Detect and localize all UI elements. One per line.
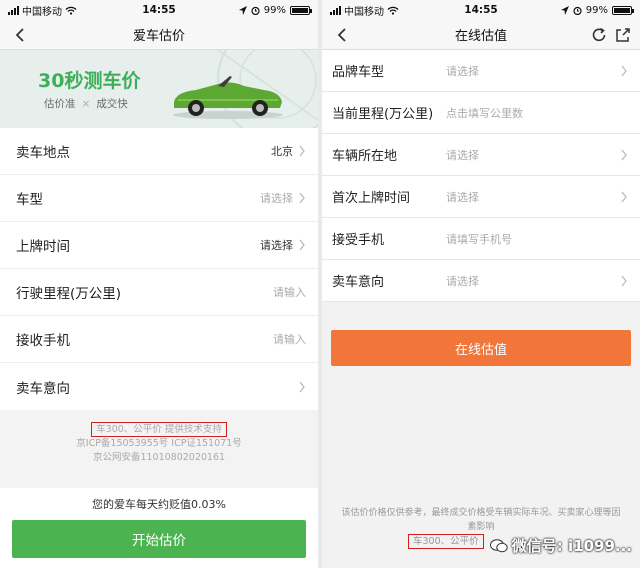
row-label: 接收手机 [16,333,70,349]
row-label: 上牌时间 [16,239,70,255]
row-label: 当前里程(万公里) [332,107,434,122]
start-valuation-button[interactable]: 开始估价 [12,520,306,558]
form-row-vehicle-location[interactable]: 车辆所在地 请选择 [322,134,640,176]
valuation-form: 品牌车型 请选择 当前里程(万公里) 点击填写公里数 车辆所在地 请选择 首次上… [322,50,640,302]
battery-icon [290,5,312,15]
intent-select[interactable]: 请选择 [446,273,479,289]
price-disclaimer: 该估价价格仅供参考，最终成交价格受车辆实际车况、买卖家心理等因素影响 [341,508,621,532]
wechat-icon [489,538,508,552]
chevron-right-icon [299,239,305,251]
row-label: 卖车意向 [332,275,385,290]
banner-separator: × [81,97,91,110]
wifi-icon [387,6,399,15]
row-value: 北京 [271,145,293,158]
back-arrow-icon[interactable] [334,26,352,44]
chevron-right-icon [621,191,627,202]
nav-bar: 爱车估价 [0,20,318,50]
online-valuation-button[interactable]: 在线估值 [331,330,631,366]
form-row-plate-date[interactable]: 上牌时间 请选择 [0,222,318,269]
banner-subtitle: 估价准 × 成交快 [44,96,128,111]
location-icon [560,5,569,15]
chevron-right-icon [621,65,627,76]
wifi-icon [65,6,77,15]
form-row-mileage[interactable]: 当前里程(万公里) 点击填写公里数 [322,92,640,134]
battery-icon [612,5,634,15]
phone-input[interactable]: 请填写手机号 [446,231,512,247]
tech-support-credit: 车300、公平价 提供技术支持 [91,422,227,437]
promo-banner: 30秒测车价 估价准 × 成交快 [0,50,318,128]
row-value: 请选择 [260,192,293,205]
form-row-intent[interactable]: 卖车意向 请选择 [322,260,640,302]
row-label: 行驶里程(万公里) [16,286,122,302]
status-bar: 中国移动 14:55 99% [322,0,640,20]
wechat-watermark: 微信号: i1099... [489,535,632,556]
chevron-right-icon [299,381,305,392]
tech-support-credit: 车300、公平价 [408,534,484,549]
brand-model-select[interactable]: 请选择 [446,63,479,79]
row-label: 接受手机 [332,233,385,248]
form-row-phone[interactable]: 接收手机 请输入 [0,316,318,363]
sell-form: 卖车地点 北京 车型 请选择 上牌时间 请选择 行驶里程(万公里) 请输入 接收… [0,128,318,410]
signal-icon [8,5,19,15]
form-row-intent[interactable]: 卖车意向 [0,363,318,410]
row-label: 品牌车型 [332,65,385,80]
carrier-label: 中国移动 [344,6,384,18]
mileage-input[interactable]: 请输入 [273,284,306,300]
left-phone-screen: 中国移动 14:55 99% 爱车估价 30秒测车价 估价准 × 成交快 卖车地… [0,0,318,568]
alarm-icon [251,6,260,15]
row-label: 卖车意向 [16,380,70,397]
form-row-location[interactable]: 卖车地点 北京 [0,128,318,175]
battery-percent: 99% [263,4,286,16]
right-phone-screen: 中国移动 14:55 99% 在线估值 品牌车型 请选择 当前里程(万公里) 点… [322,0,640,568]
alarm-icon [573,6,582,15]
status-bar: 中国移动 14:55 99% [0,0,318,20]
page-title: 爱车估价 [132,29,185,44]
depreciation-note: 您的爱车每天约贬值0.03% [0,488,318,520]
form-row-phone[interactable]: 接受手机 请填写手机号 [322,218,640,260]
police-record: 京公网安备11010802020161 [92,452,226,463]
battery-percent: 99% [585,4,608,16]
page-title: 在线估值 [454,29,507,44]
back-arrow-icon[interactable] [12,26,30,44]
form-row-mileage[interactable]: 行驶里程(万公里) 请输入 [0,269,318,316]
mileage-input[interactable]: 点击填写公里数 [446,105,523,121]
row-label: 车辆所在地 [332,149,398,164]
chevron-right-icon [621,275,627,286]
plate-date-select[interactable]: 请选择 [446,189,479,205]
banner-tag-accurate: 估价准 [44,98,76,110]
row-value: 请选择 [260,239,293,252]
row-label: 卖车地点 [16,145,70,161]
nav-bar: 在线估值 [322,20,640,50]
row-label: 首次上牌时间 [332,191,411,206]
green-car-illustration [173,76,283,119]
form-row-model[interactable]: 车型 请选择 [0,175,318,222]
banner-tag-fast: 成交快 [96,98,128,110]
phone-input[interactable]: 请输入 [273,331,306,347]
row-label: 车型 [16,192,43,208]
banner-title: 30秒测车价 [38,70,141,92]
chevron-right-icon [299,192,305,204]
carrier-label: 中国移动 [22,6,62,18]
chevron-right-icon [621,149,627,160]
share-icon[interactable] [614,26,632,44]
form-row-brand-model[interactable]: 品牌车型 请选择 [322,50,640,92]
form-row-first-plate-date[interactable]: 首次上牌时间 请选择 [322,176,640,218]
signal-icon [330,5,341,15]
chevron-right-icon [299,145,305,157]
location-select[interactable]: 请选择 [446,147,479,163]
legal-footer: 车300、公平价 提供技术支持 京ICP备15053955号 ICP证15107… [0,410,318,488]
location-icon [238,5,247,15]
refresh-icon[interactable] [590,26,608,44]
icp-number: 京ICP备15053955号 ICP证151071号 [76,438,242,449]
